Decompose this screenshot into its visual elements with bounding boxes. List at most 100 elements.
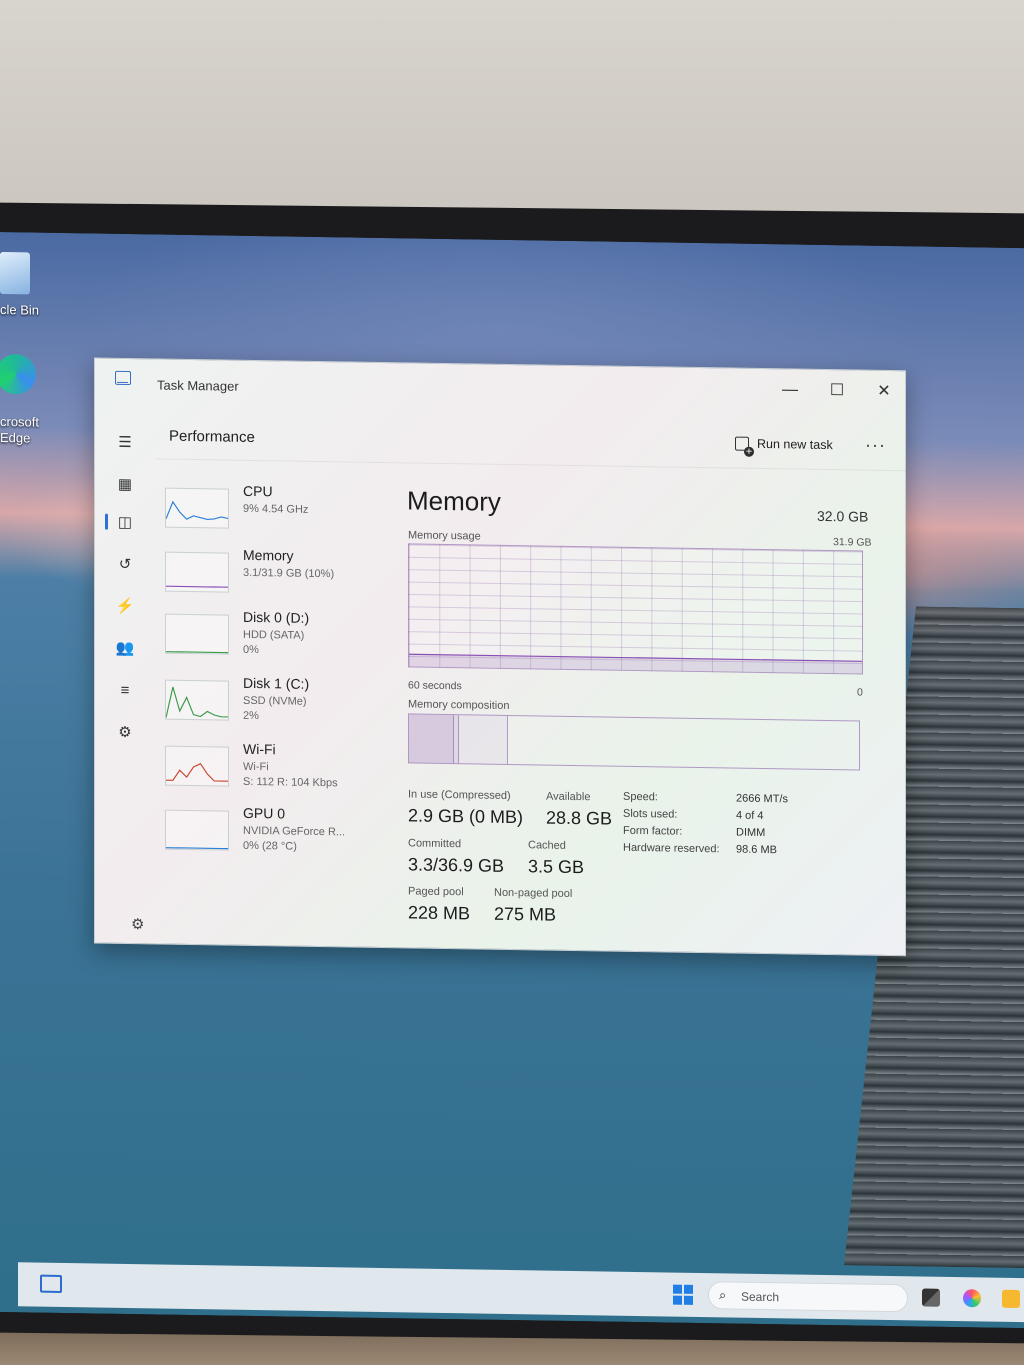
available-value: 28.8 GB (546, 807, 613, 829)
device-sparkline-line (166, 651, 228, 654)
menu-icon[interactable]: ☰ (113, 431, 137, 455)
graph-zero-label: 0 (857, 686, 863, 699)
page-title: Performance (169, 427, 255, 447)
available-label: Available (546, 790, 591, 804)
device-sparkline-svg (166, 651, 228, 654)
speed-label: Speed: (623, 790, 658, 804)
window-title: Task Manager (157, 377, 239, 394)
task-manager-window: Task Manager — ☐ ✕ ☰ ▦ ◫ ↺ ⚡ 👥 ≡ ⚙ Perfo… (94, 357, 907, 957)
graph-time-label: 60 seconds (408, 679, 462, 693)
device-name: Memory (243, 546, 294, 564)
search-icon: ⌕ (719, 1287, 727, 1303)
copilot-icon[interactable] (963, 1289, 981, 1308)
run-task-icon (735, 436, 749, 451)
in-use-value: 2.9 GB (0 MB) (408, 805, 524, 828)
memory-total: 32.0 GB (817, 507, 869, 525)
memory-usage-area (409, 654, 862, 674)
cached-label: Cached (528, 839, 566, 852)
run-new-task-label: Run new task (757, 436, 833, 453)
device-detail-1: SSD (NVMe) (243, 694, 307, 708)
device-sparkline (165, 809, 229, 851)
file-explorer-icon[interactable] (1002, 1289, 1020, 1309)
non-paged-pool-value: 275 MB (494, 903, 557, 925)
task-view-icon[interactable] (922, 1288, 940, 1307)
device-name: Disk 0 (D:) (243, 608, 310, 626)
device-detail-1: 3.1/31.9 GB (10%) (243, 566, 335, 581)
device-detail-2: 0% (243, 643, 259, 657)
settings-icon[interactable]: ⚙ (131, 915, 144, 933)
committed-label: Committed (408, 837, 462, 851)
hardware-reserved-label: Hardware reserved: (623, 841, 720, 856)
start-icon[interactable] (673, 1284, 693, 1305)
composition-segment-in-use (409, 714, 455, 764)
non-paged-pool-label: Non-paged pool (494, 886, 573, 900)
in-use-label: In use (Compressed) (408, 788, 511, 803)
minimize-button[interactable]: — (775, 377, 805, 403)
memory-usage-graph (408, 543, 863, 675)
device-sparkline-line (165, 686, 228, 718)
nav-rail: ☰ ▦ ◫ ↺ ⚡ 👥 ≡ ⚙ (95, 400, 155, 941)
startup-apps-icon[interactable]: ⚡ (113, 595, 137, 619)
users-icon[interactable]: 👥 (113, 637, 137, 661)
device-item-wi-fi[interactable]: Wi-Fi Wi-Fi S: 112 R: 104 Kbps (165, 740, 385, 803)
device-detail-2: 2% (243, 709, 259, 723)
device-item-disk-0-d[interactable]: Disk 0 (D:) HDD (SATA) 0% (165, 608, 385, 671)
more-options-button[interactable]: ··· (865, 435, 886, 456)
device-sparkline (165, 679, 229, 721)
device-item-disk-1-c[interactable]: Disk 1 (C:) SSD (NVMe) 2% (165, 674, 385, 737)
screen: cle Bin crosoft Edge Task Manager — ☐ ✕ … (0, 232, 1024, 1329)
close-button[interactable]: ✕ (869, 379, 899, 405)
device-name: Wi-Fi (243, 740, 276, 758)
device-sparkline-svg (165, 500, 229, 521)
device-detail-2: S: 112 R: 104 Kbps (243, 775, 338, 790)
memory-composition-bar (408, 713, 860, 771)
device-name: Disk 1 (C:) (243, 674, 310, 692)
widgets-icon[interactable] (40, 1274, 62, 1293)
device-sparkline-line (165, 500, 229, 521)
device-detail-1: 9% 4.54 GHz (243, 502, 309, 516)
device-item-gpu-0[interactable]: GPU 0 NVIDIA GeForce R... 0% (28 °C) (165, 804, 385, 867)
run-new-task-button[interactable]: Run new task (735, 436, 833, 453)
slots-label: Slots used: (623, 807, 678, 821)
device-sparkline-svg (166, 847, 228, 850)
cached-value: 3.5 GB (528, 856, 585, 878)
memory-usage-label: Memory usage (408, 529, 481, 543)
memory-composition-label: Memory composition (408, 698, 510, 713)
device-name: GPU 0 (243, 804, 286, 822)
device-sparkline (165, 613, 229, 655)
device-detail-1: Wi-Fi (243, 760, 269, 774)
device-name: CPU (243, 482, 273, 500)
services-icon[interactable]: ⚙ (113, 721, 137, 745)
performance-icon[interactable]: ◫ (113, 511, 137, 535)
nav-active-indicator (105, 513, 108, 530)
paged-pool-label: Paged pool (408, 885, 464, 899)
recycle-bin-label[interactable]: cle Bin (0, 302, 39, 318)
memory-title: Memory (407, 485, 501, 517)
device-item-cpu[interactable]: CPU 9% 4.54 GHz (165, 482, 385, 545)
edge-label-line2: Edge (0, 430, 31, 446)
device-detail-1: NVIDIA GeForce R... (243, 824, 346, 839)
edge-label[interactable]: crosoft Edge (0, 414, 39, 447)
processes-icon[interactable]: ▦ (113, 473, 137, 497)
device-sparkline-svg (165, 686, 228, 718)
device-sparkline (165, 745, 229, 787)
form-factor-label: Form factor: (623, 824, 683, 838)
edge-label-line1: crosoft (0, 414, 40, 430)
maximize-button[interactable]: ☐ (822, 378, 852, 404)
details-icon[interactable]: ≡ (113, 679, 137, 703)
recycle-bin-icon[interactable] (0, 252, 30, 295)
taskbar-search-box[interactable]: ⌕ Search (708, 1281, 908, 1313)
device-sparkline (165, 551, 229, 593)
device-item-memory[interactable]: Memory 3.1/31.9 GB (10%) (165, 546, 385, 609)
device-sparkline-line (166, 762, 228, 782)
room-wall (0, 0, 1024, 220)
app-history-icon[interactable]: ↺ (113, 553, 137, 577)
hardware-reserved-value: 98.6 MB (736, 843, 777, 857)
memory-usage-max: 31.9 GB (833, 536, 872, 549)
memory-usage-line (409, 653, 862, 674)
committed-value: 3.3/36.9 GB (408, 854, 505, 876)
search-placeholder: Search (741, 1289, 780, 1305)
device-sparkline-svg (166, 762, 228, 782)
device-sparkline (165, 487, 229, 529)
paged-pool-value: 228 MB (408, 902, 471, 924)
